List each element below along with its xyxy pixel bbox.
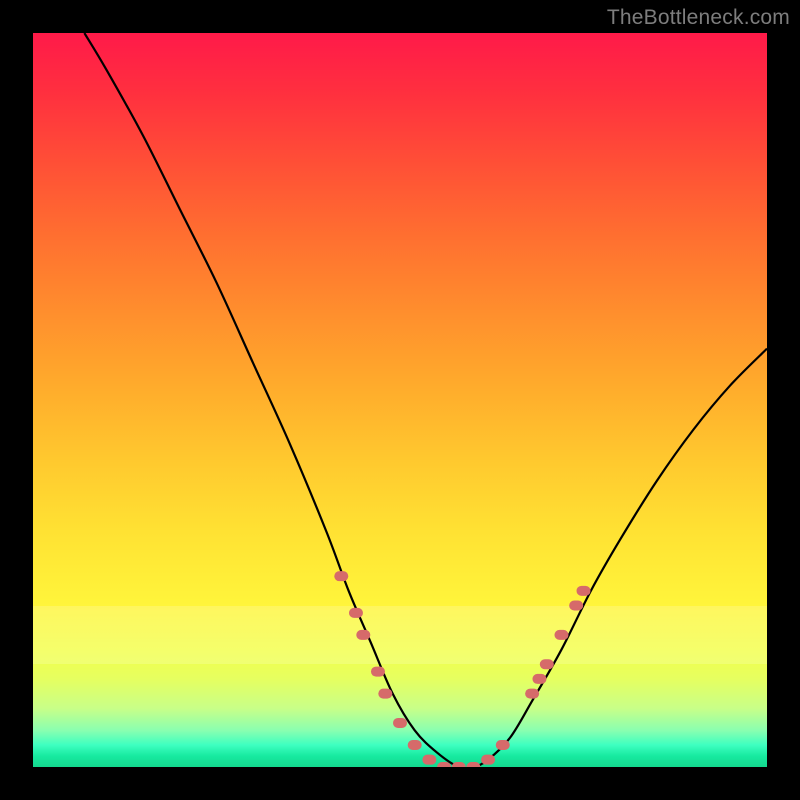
curve-marker [496, 740, 510, 750]
curve-marker [466, 762, 480, 767]
curve-marker [437, 762, 451, 767]
curve-marker [569, 601, 583, 611]
curve-marker [452, 762, 466, 767]
curve-marker [525, 689, 539, 699]
curve-marker [481, 755, 495, 765]
curve-marker [577, 586, 591, 596]
curve-marker [540, 659, 554, 669]
curve-marker [532, 674, 546, 684]
curve-marker [408, 740, 422, 750]
curve-marker [371, 667, 385, 677]
curve-marker [393, 718, 407, 728]
curve-marker [378, 689, 392, 699]
highlight-band [33, 606, 767, 665]
watermark-text: TheBottleneck.com [607, 6, 790, 30]
curve-marker [422, 755, 436, 765]
chart-stage: TheBottleneck.com [0, 0, 800, 800]
curve-marker [334, 571, 348, 581]
curve-marker [356, 630, 370, 640]
bottleneck-curve [33, 33, 767, 767]
plot-area [33, 33, 767, 767]
curve-marker [554, 630, 568, 640]
curve-marker [349, 608, 363, 618]
